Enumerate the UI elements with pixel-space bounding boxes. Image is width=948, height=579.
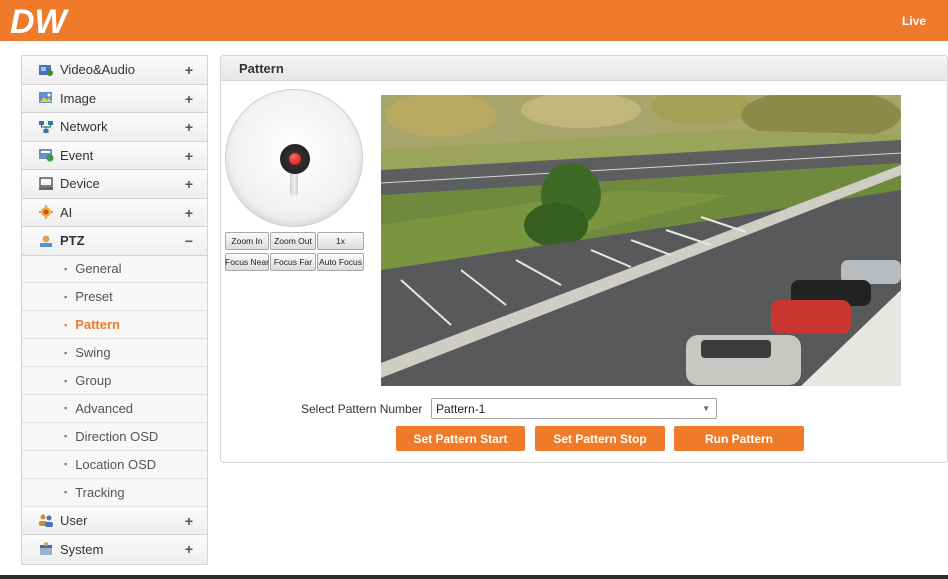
expand-icon[interactable]: + (185, 119, 193, 135)
submenu-label: Direction OSD (75, 428, 159, 444)
menu-user[interactable]: User + (22, 506, 207, 536)
expand-icon[interactable]: + (185, 148, 193, 164)
submenu-label: Swing (75, 345, 111, 361)
menu-system[interactable]: System + (22, 535, 207, 564)
run-pattern-button[interactable]: Run Pattern (674, 426, 804, 451)
zoom-out-button[interactable]: Zoom Out (270, 232, 316, 250)
collapse-icon[interactable]: − (185, 233, 193, 249)
menu-label: Device (60, 176, 100, 192)
submenu-tracking[interactable]: ▪ Tracking (22, 478, 207, 507)
sidebar-menu: Video&Audio + Image + Network + Event + … (21, 55, 208, 565)
top-header: DW Live (0, 0, 948, 41)
zoom-in-button[interactable]: Zoom In (225, 232, 269, 250)
menu-label: Image (60, 90, 97, 106)
submenu-pattern[interactable]: ▪ Pattern (22, 311, 207, 340)
submenu-direction-osd[interactable]: ▪ Direction OSD (22, 422, 207, 451)
ptz-icon (40, 235, 52, 247)
ai-icon (39, 205, 53, 220)
focus-near-button[interactable]: Focus Near (225, 253, 269, 271)
submenu-swing[interactable]: ▪ Swing (22, 339, 207, 368)
submenu-label: Advanced (75, 400, 134, 416)
dw-logo: DW (10, 4, 70, 38)
set-pattern-start-button[interactable]: Set Pattern Start (396, 426, 525, 451)
ptz-control-buttons: Zoom In Zoom Out 1x Focus Near Focus Far… (225, 232, 365, 274)
expand-icon[interactable]: + (185, 541, 193, 557)
menu-image[interactable]: Image + (22, 84, 207, 113)
auto-focus-button[interactable]: Auto Focus (317, 253, 364, 271)
submenu-label: Group (75, 373, 112, 388)
device-icon (39, 177, 53, 190)
submenu-preset[interactable]: ▪ Preset (22, 283, 207, 312)
joystick-knob[interactable] (280, 144, 310, 174)
dropdown-arrow-icon: ▼ (702, 404, 710, 413)
ptz-joystick[interactable] (225, 89, 363, 227)
menu-label: Network (60, 119, 108, 135)
camera-live-view[interactable] (381, 95, 901, 386)
user-icon (39, 514, 53, 528)
pattern-number-select[interactable]: Pattern-1 ▼ (431, 398, 717, 419)
focus-far-button[interactable]: Focus Far (270, 253, 316, 271)
menu-event[interactable]: Event + (22, 141, 207, 170)
submenu-label: Preset (75, 289, 113, 305)
submenu-label: General (75, 261, 122, 277)
submenu-location-osd[interactable]: ▪ Location OSD (22, 450, 207, 479)
menu-video-audio[interactable]: Video&Audio + (22, 56, 207, 85)
menu-ai[interactable]: AI + (22, 198, 207, 227)
menu-label: Video&Audio (60, 62, 135, 78)
event-icon (39, 149, 54, 162)
live-link[interactable]: Live (902, 14, 926, 28)
menu-label: System (60, 541, 104, 557)
expand-icon[interactable]: + (185, 513, 193, 529)
expand-icon[interactable]: + (185, 62, 193, 78)
submenu-label: Pattern (75, 317, 120, 333)
expand-icon[interactable]: + (185, 176, 193, 192)
zoom-1x-button[interactable]: 1x (317, 232, 364, 250)
submenu-label: Location OSD (75, 456, 157, 472)
panel-title: Pattern (221, 56, 947, 81)
footer-bar (0, 575, 948, 579)
submenu-general[interactable]: ▪ General (22, 255, 207, 284)
video-audio-icon (39, 64, 53, 76)
system-icon (40, 542, 52, 556)
select-pattern-label: Select Pattern Number (301, 402, 423, 416)
expand-icon[interactable]: + (185, 205, 193, 221)
select-value: Pattern-1 (436, 402, 486, 416)
submenu-group[interactable]: ▪ Group (22, 367, 207, 395)
ptz-submenu: ▪ General ▪ Preset ▪ Pattern ▪ Swing ▪ Group … (22, 255, 207, 507)
menu-ptz[interactable]: PTZ − (22, 227, 207, 256)
menu-label: User (60, 512, 88, 528)
menu-label: AI (60, 204, 73, 220)
menu-label: Event (60, 147, 94, 163)
submenu-advanced[interactable]: ▪ Advanced (22, 394, 207, 423)
network-icon (39, 120, 53, 133)
pattern-panel: Pattern Zoom In Zoom Out 1x Focus Near F… (220, 55, 948, 463)
set-pattern-stop-button[interactable]: Set Pattern Stop (535, 426, 665, 451)
menu-network[interactable]: Network + (22, 113, 207, 142)
menu-label: PTZ (60, 233, 85, 249)
image-icon (39, 92, 52, 104)
expand-icon[interactable]: + (185, 91, 193, 107)
submenu-label: Tracking (75, 484, 125, 500)
svg-text:DW: DW (10, 4, 70, 38)
menu-device[interactable]: Device + (22, 170, 207, 199)
